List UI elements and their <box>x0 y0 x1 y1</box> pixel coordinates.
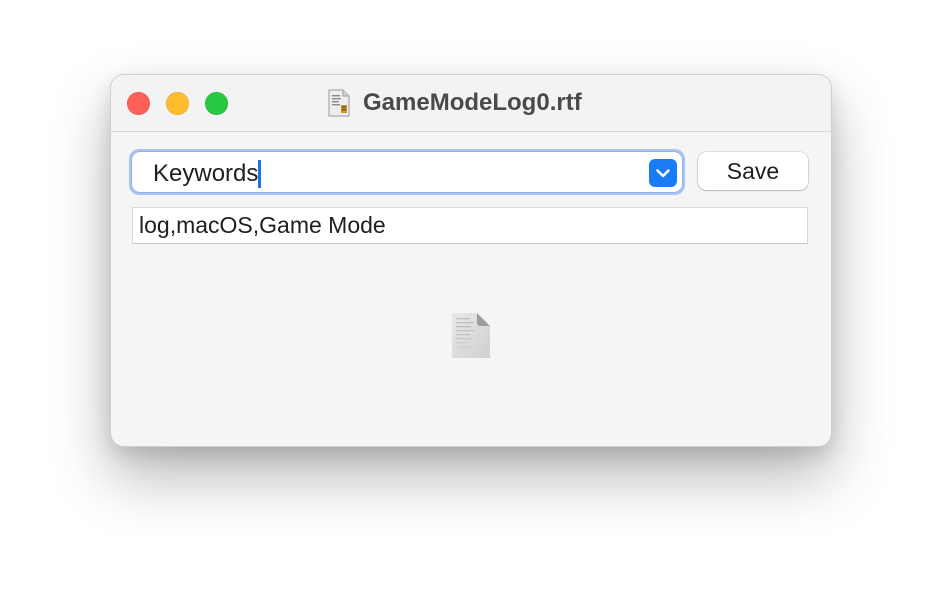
close-button[interactable] <box>127 92 150 115</box>
save-button[interactable]: Save <box>698 152 808 190</box>
window-title: GameModeLog0.rtf <box>327 88 582 118</box>
keywords-field[interactable]: log,macOS,Game Mode <box>132 207 808 244</box>
document-preview-icon <box>452 313 490 358</box>
title-bar[interactable]: GameModeLog0.rtf <box>111 75 831 132</box>
window-title-text: GameModeLog0.rtf <box>363 89 582 116</box>
dropdown-button[interactable] <box>649 159 677 187</box>
metadata-field-selector-box[interactable]: Keywords <box>132 152 682 192</box>
minimize-button[interactable] <box>166 92 189 115</box>
selector-value-text: Keywords <box>153 160 259 187</box>
zoom-button[interactable] <box>205 92 228 115</box>
metadata-field-selector[interactable]: Keywords <box>129 149 685 195</box>
text-caret <box>258 160 262 188</box>
window: GameModeLog0.rtf Keywords Save log,macOS… <box>110 74 832 447</box>
chevron-down-icon <box>656 169 670 178</box>
rtf-document-icon <box>328 89 350 117</box>
metadata-field-selector-value[interactable]: Keywords <box>153 160 262 188</box>
